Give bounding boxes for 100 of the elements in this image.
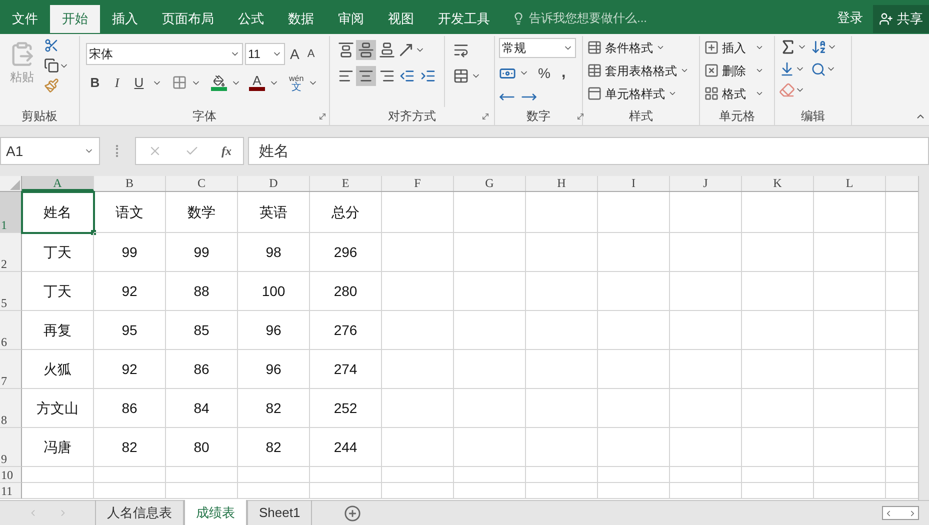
row-header[interactable]: 11: [0, 483, 22, 499]
table-cell: 280: [310, 272, 382, 311]
column-header[interactable]: B: [94, 176, 166, 191]
cells-menu-button[interactable]: 删除: [704, 61, 764, 80]
style-menu-button[interactable]: 套用表格格式: [587, 61, 689, 80]
copy-icon[interactable]: [44, 58, 59, 73]
font-size-dropdown[interactable]: 11: [245, 43, 285, 65]
format-painter-icon[interactable]: [44, 78, 59, 93]
tell-me-field[interactable]: 告诉我您想要做什么...: [529, 9, 679, 27]
column-header[interactable]: A: [22, 176, 94, 191]
bottom-align-icon[interactable]: [376, 40, 397, 60]
table-cell: 姓名: [22, 192, 94, 233]
table-cell: [670, 311, 742, 350]
bold-button[interactable]: B: [86, 73, 104, 92]
sort-filter-icon[interactable]: [811, 39, 827, 55]
name-box[interactable]: A1: [0, 137, 100, 165]
table-cell: 再复: [22, 311, 94, 350]
vertical-scrollbar[interactable]: [918, 176, 929, 500]
ribbon-tab[interactable]: 页面布局: [150, 5, 226, 33]
column-header[interactable]: C: [166, 176, 238, 191]
table-cell: [526, 467, 598, 483]
drag-handle-icon[interactable]: [116, 145, 119, 157]
table-cell: [382, 272, 454, 311]
cells-menu-button[interactable]: 格式: [704, 84, 764, 103]
style-menu-button[interactable]: 条件格式: [587, 38, 689, 57]
caret-icon: [680, 66, 689, 75]
share-button[interactable]: 共享: [873, 5, 929, 33]
column-header[interactable]: E: [310, 176, 382, 191]
row-header[interactable]: 9: [0, 428, 22, 467]
dialog-launcher-icon[interactable]: [481, 112, 490, 121]
table-cell: [742, 428, 814, 467]
align-center-icon[interactable]: [356, 66, 376, 86]
grow-font-button[interactable]: A: [287, 44, 302, 64]
sheet-tab[interactable]: Sheet1: [247, 500, 312, 525]
table-cell: [382, 467, 454, 483]
phonetic-button[interactable]: wén 文: [289, 74, 304, 92]
column-header[interactable]: F: [382, 176, 454, 191]
table-cell: [382, 311, 454, 350]
row-header[interactable]: 5: [0, 272, 22, 311]
row-header[interactable]: 8: [0, 389, 22, 428]
new-sheet-icon[interactable]: [344, 504, 362, 522]
formula-field[interactable]: 姓名: [248, 137, 929, 165]
borders-icon[interactable]: [172, 75, 187, 90]
sign-in-link[interactable]: 登录: [837, 8, 863, 27]
scissors-icon[interactable]: [44, 38, 59, 53]
column-header[interactable]: H: [526, 176, 598, 191]
column-header[interactable]: I: [598, 176, 670, 191]
ribbon-tab[interactable]: 审阅: [326, 5, 376, 33]
column-header[interactable]: K: [742, 176, 814, 191]
comma-button[interactable]: ,: [561, 62, 566, 84]
ribbon-tab[interactable]: 视图: [376, 5, 426, 33]
fill-down-icon[interactable]: [779, 61, 795, 77]
ribbon-tab[interactable]: 插入: [100, 5, 150, 33]
cells-menu-button[interactable]: 插入: [704, 38, 764, 57]
ribbon-tab[interactable]: 文件: [0, 5, 50, 33]
table-cell: [526, 311, 598, 350]
font-name-dropdown[interactable]: 宋体: [86, 43, 243, 65]
shrink-font-button[interactable]: A: [304, 46, 318, 62]
table-cell: [382, 192, 454, 233]
table-cell: [598, 389, 670, 428]
insert-function-button[interactable]: fx: [222, 142, 232, 160]
row-header[interactable]: 2: [0, 233, 22, 272]
row-header[interactable]: 6: [0, 311, 22, 350]
caret-icon: [668, 89, 677, 98]
column-header[interactable]: D: [238, 176, 310, 191]
group-label: 单元格: [719, 108, 755, 125]
row-header[interactable]: 1: [0, 192, 22, 233]
table-cell: 88: [166, 272, 238, 311]
search-icon[interactable]: [811, 62, 826, 76]
fill-color-icon[interactable]: [211, 74, 227, 91]
dialog-launcher-icon[interactable]: [318, 112, 327, 121]
ribbon-tab[interactable]: 公式: [226, 5, 276, 33]
table-cell: [598, 467, 670, 483]
table-cell: 数学: [166, 192, 238, 233]
ribbon-tab[interactable]: 开始: [50, 5, 100, 33]
sheet-tab[interactable]: 成绩表: [184, 500, 247, 525]
number-format-dropdown[interactable]: 常规: [499, 38, 576, 58]
table-cell: 100: [238, 272, 310, 311]
table-cell: 82: [238, 389, 310, 428]
table-cell: [526, 192, 598, 233]
fill-handle[interactable]: [91, 230, 96, 235]
top-align-icon[interactable]: [336, 40, 356, 60]
ribbon-tab[interactable]: 开发工具: [426, 5, 502, 33]
underline-button[interactable]: U: [130, 73, 148, 92]
italic-button[interactable]: I: [108, 73, 126, 92]
dialog-launcher-icon[interactable]: [576, 112, 585, 121]
column-header[interactable]: J: [670, 176, 742, 191]
table-cell: [598, 272, 670, 311]
horizontal-scrollbar[interactable]: [882, 506, 919, 520]
percent-button[interactable]: %: [538, 62, 550, 84]
row-header[interactable]: 7: [0, 350, 22, 389]
row-header[interactable]: 10: [0, 467, 22, 483]
font-color-button[interactable]: A: [249, 74, 265, 92]
column-header[interactable]: L: [814, 176, 886, 191]
ribbon-tab[interactable]: 数据: [276, 5, 326, 33]
table-cell: [598, 428, 670, 467]
middle-align-icon[interactable]: [356, 40, 376, 60]
style-menu-button[interactable]: 单元格样式: [587, 84, 689, 103]
column-header[interactable]: G: [454, 176, 526, 191]
table-cell: [598, 192, 670, 233]
